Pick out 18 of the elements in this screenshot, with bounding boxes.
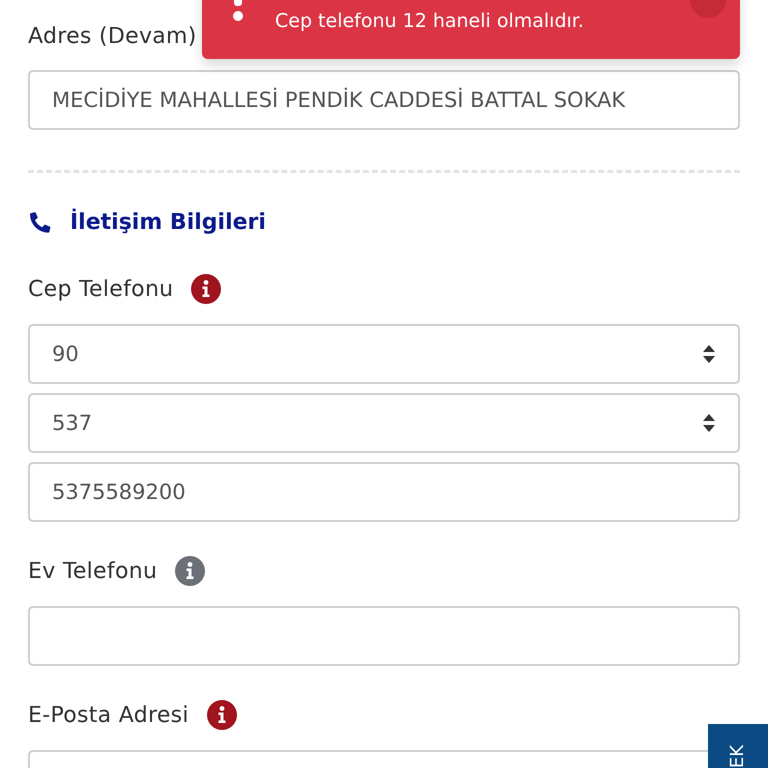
- field-label: E-Posta Adresi: [28, 702, 189, 728]
- field-label: Cep Telefonu: [28, 276, 174, 302]
- toast-message: Cep telefonu 12 haneli olmalıdır.: [275, 10, 584, 32]
- side-tab[interactable]: EK: [708, 724, 768, 768]
- sort-icon: [702, 413, 716, 433]
- sort-icon: [702, 344, 716, 364]
- select-field[interactable]: 537: [28, 393, 740, 453]
- input-field[interactable]: 5375589200: [28, 462, 740, 522]
- input-field[interactable]: MECİDİYE MAHALLESİ PENDİK CADDESİ BATTAL SOKAK: [28, 70, 740, 130]
- section-title: İletişim Bilgileri: [70, 210, 266, 234]
- input-field[interactable]: [28, 606, 740, 666]
- field-label: Ev Telefonu: [28, 558, 158, 584]
- info-icon[interactable]: [191, 274, 222, 304]
- info-icon[interactable]: [175, 556, 206, 586]
- field-label: Adres (Devam): [28, 24, 197, 48]
- select-field[interactable]: 90: [28, 324, 740, 384]
- phone-icon: [28, 210, 52, 234]
- info-icon[interactable]: [206, 700, 237, 730]
